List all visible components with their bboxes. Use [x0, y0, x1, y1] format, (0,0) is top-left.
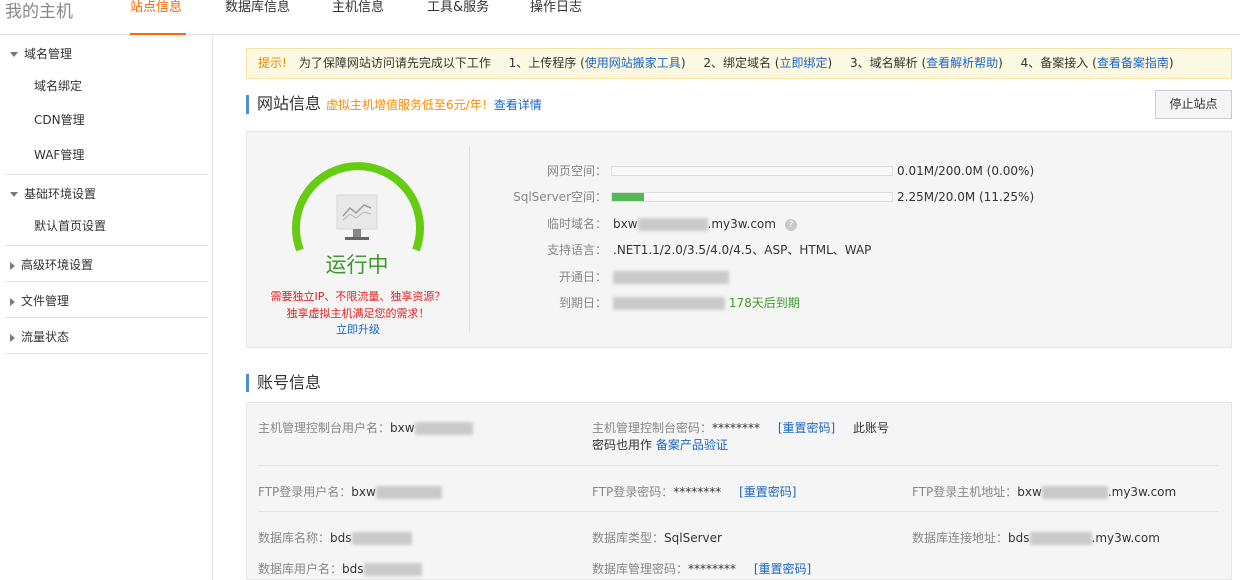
upgrade-link[interactable]: 立即升级: [247, 321, 469, 337]
sql-space-bar: [611, 192, 893, 202]
sidebar-group-traffic[interactable]: 流量状态: [10, 328, 69, 345]
sidebar-item-default-page[interactable]: 默认首页设置: [34, 217, 106, 234]
divider: [5, 353, 208, 354]
sidebar-item-waf[interactable]: WAF管理: [34, 146, 84, 163]
tab-host-info[interactable]: 主机信息: [332, 0, 384, 35]
top-nav: 我的主机 站点信息 数据库信息 主机信息 工具&服务 操作日志: [0, 0, 1240, 35]
ftp-username: FTP登录用户名：bxw: [258, 483, 442, 500]
db-type: 数据库类型：SqlServer: [592, 531, 722, 545]
redacted-text: [613, 297, 725, 310]
divider: [5, 174, 208, 175]
db-password: 数据库管理密码：******** [重置密码]: [592, 562, 812, 576]
db-name: 数据库名称：bds: [258, 529, 412, 546]
chevron-right-icon: [10, 333, 15, 342]
sidebar-group-basic-env[interactable]: 基础环境设置: [10, 185, 96, 202]
chevron-right-icon: [10, 261, 15, 270]
chevron-down-icon: [10, 52, 18, 57]
chart-monitor-icon: [336, 194, 378, 240]
icp-guide-link[interactable]: 查看备案指南: [1097, 56, 1169, 70]
redacted-text: [613, 271, 729, 284]
status-gauge: [292, 162, 424, 252]
sql-space-value: 2.25M/20.0M (11.25%): [897, 190, 1035, 204]
site-status: 运行中: [325, 253, 389, 277]
ftp-password: FTP登录密码：******** [重置密码]: [592, 485, 797, 499]
divider: [258, 465, 1218, 466]
redacted-text: [1041, 486, 1108, 499]
dns-help-link[interactable]: 查看解析帮助: [926, 56, 998, 70]
sidebar-group-advanced-env[interactable]: 高级环境设置: [10, 256, 93, 273]
reset-db-password-link[interactable]: [重置密码]: [754, 562, 811, 576]
tab-operation-log[interactable]: 操作日志: [530, 0, 582, 35]
temp-domain-value: bxw .my3w.com?: [613, 216, 797, 232]
redacted-text: [1029, 532, 1092, 545]
sidebar-item-cdn[interactable]: CDN管理: [34, 111, 85, 128]
sidebar-item-domain-binding[interactable]: 域名绑定: [34, 77, 82, 94]
reset-ftp-password-link[interactable]: [重置密码]: [739, 485, 796, 499]
tab-database-info[interactable]: 数据库信息: [225, 0, 290, 35]
web-space-bar: [611, 166, 893, 176]
site-info-panel: 运行中 需要独立IP、不限流量、独享资源？ 独享虚拟主机满足您的需求！ 立即升级…: [246, 131, 1232, 348]
redacted-text: [363, 563, 422, 576]
redacted-text: [637, 218, 708, 231]
help-icon[interactable]: ?: [784, 218, 797, 231]
divider: [258, 511, 1218, 512]
brand-title: 我的主机: [5, 2, 73, 22]
sidebar-group-files[interactable]: 文件管理: [10, 292, 69, 309]
tab-site-info[interactable]: 站点信息: [130, 0, 186, 35]
bind-domain-link[interactable]: 立即绑定: [779, 56, 827, 70]
ctrl-username: 主机管理控制台用户名：bxw: [258, 419, 473, 436]
site-info-title: 网站信息 虚拟主机增值服务低至6元/年！查看详情: [246, 95, 542, 114]
ftp-host: FTP登录主机地址：bxw .my3w.com: [912, 485, 1177, 499]
upsell-line-2: 独享虚拟主机满足您的需求！: [286, 307, 430, 320]
divider: [5, 245, 208, 246]
account-info-panel: 主机管理控制台用户名：bxw 主机管理控制台密码：******** [重置密码]…: [246, 402, 1232, 580]
tip-bar: 提示! 为了保障网站访问请先完成以下工作 1、上传程序 (使用网站搬家工具) 2、…: [246, 48, 1232, 79]
expire-days: 178天后到期: [728, 296, 800, 310]
ctrl-password-note: 密码也用作 备案产品验证: [592, 438, 728, 452]
db-username: 数据库用户名：bds: [258, 560, 422, 577]
divider: [5, 281, 208, 282]
tip-label: 提示!: [258, 56, 287, 70]
web-space-value: 0.01M/200.0M (0.00%): [897, 164, 1035, 178]
redacted-text: [375, 486, 442, 499]
sidebar: 域名管理 域名绑定 CDN管理 WAF管理 基础环境设置 默认首页设置 高级环境…: [0, 35, 213, 580]
chevron-right-icon: [10, 297, 15, 306]
chevron-down-icon: [10, 192, 18, 197]
account-info-title: 账号信息: [246, 374, 321, 392]
db-host: 数据库连接地址：bds .my3w.com: [912, 531, 1160, 545]
promo-details-link[interactable]: 查看详情: [494, 98, 542, 112]
reset-ctrl-password-link[interactable]: [重置密码]: [778, 421, 835, 435]
icp-verify-link[interactable]: 备案产品验证: [656, 438, 728, 452]
redacted-text: [351, 532, 412, 545]
sidebar-group-domain[interactable]: 域名管理: [10, 45, 72, 62]
divider: [5, 317, 208, 318]
upsell-line-1: 需要独立IP、不限流量、独享资源？: [270, 290, 446, 303]
redacted-text: [414, 422, 473, 435]
divider: [469, 146, 470, 332]
sql-space-bar-fill: [612, 193, 644, 201]
migration-tool-link[interactable]: 使用网站搬家工具: [585, 56, 681, 70]
tab-tools-services[interactable]: 工具&服务: [427, 0, 489, 35]
promo-text: 虚拟主机增值服务低至6元/年！: [326, 98, 494, 112]
language-value: .NET1.1/2.0/3.5/4.0/4.5、ASP、HTML、WAP: [613, 243, 872, 257]
stop-site-button[interactable]: 停止站点: [1155, 90, 1232, 119]
ctrl-password: 主机管理控制台密码：******** [重置密码] 此账号: [592, 421, 890, 435]
